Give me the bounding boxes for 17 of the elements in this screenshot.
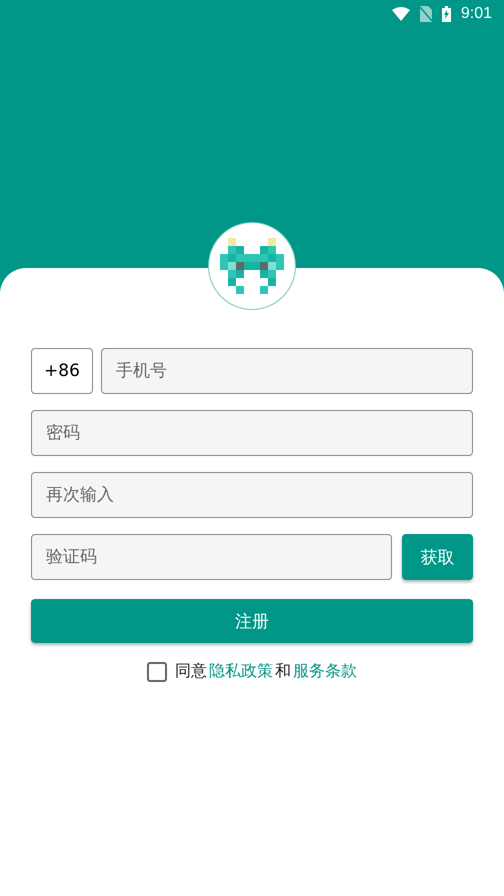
privacy-policy-link[interactable]: 隐私政策 xyxy=(209,661,273,682)
get-code-button[interactable]: 获取 xyxy=(402,534,473,580)
phone-input[interactable]: 手机号 xyxy=(101,348,473,394)
battery-charging-icon xyxy=(442,6,451,22)
wifi-icon xyxy=(392,7,410,21)
country-code-field[interactable]: +86 xyxy=(31,348,93,394)
verification-code-input[interactable]: 验证码 xyxy=(31,534,392,580)
agree-checkbox[interactable] xyxy=(147,662,167,682)
register-button[interactable]: 注册 xyxy=(31,599,473,643)
terms-of-service-link[interactable]: 服务条款 xyxy=(293,661,357,682)
repeat-password-input[interactable]: 再次输入 xyxy=(31,472,473,518)
and-label: 和 xyxy=(275,661,291,682)
status-time: 9:01 xyxy=(460,5,492,23)
password-input[interactable]: 密码 xyxy=(31,410,473,456)
no-sim-icon xyxy=(420,6,432,22)
agree-label: 同意 xyxy=(175,661,207,682)
pixel-logo-icon xyxy=(220,238,284,294)
